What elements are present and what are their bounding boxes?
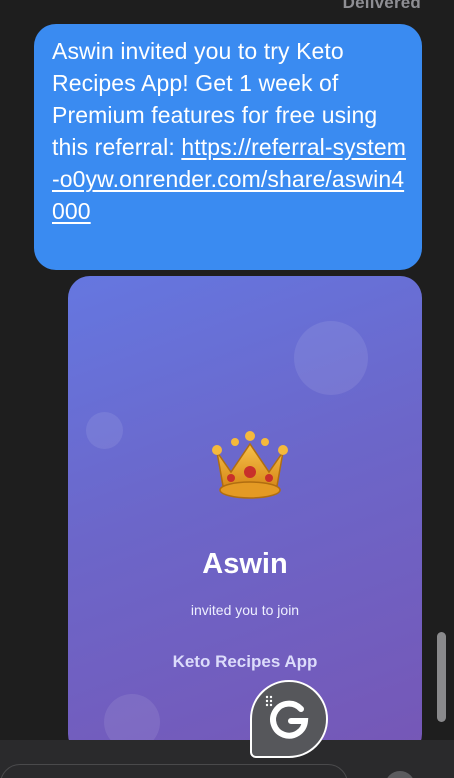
delivery-status: Delivered: [342, 0, 421, 12]
messages-view: Delivered Aswin invited you to try Keto …: [0, 0, 454, 778]
grammarly-widget[interactable]: [250, 680, 328, 758]
decorative-circle: [86, 412, 123, 449]
decorative-circle: [294, 321, 368, 395]
message-bubble[interactable]: Aswin invited you to try Keto Recipes Ap…: [34, 24, 422, 270]
link-preview-card[interactable]: Aswin invited you to join Keto Recipes A…: [68, 276, 422, 756]
invite-subtitle: invited you to join: [190, 602, 300, 618]
scrollbar-thumb[interactable]: [437, 632, 446, 722]
app-name: Keto Recipes App: [172, 652, 318, 671]
message-input[interactable]: [0, 764, 348, 778]
inviter-name: Aswin: [202, 548, 288, 580]
drag-handle-icon[interactable]: [265, 695, 273, 707]
crown-icon: [212, 431, 288, 499]
